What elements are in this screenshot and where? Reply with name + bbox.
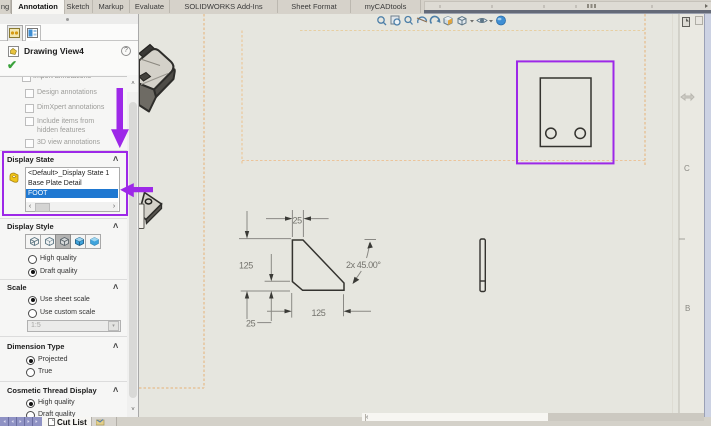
svg-text:C: C [684, 164, 690, 173]
svg-text:2x 45.00°: 2x 45.00° [346, 260, 381, 270]
svg-text:125: 125 [312, 308, 326, 318]
svg-text:B: B [685, 304, 690, 313]
svg-text:25: 25 [246, 319, 256, 329]
svg-text:125: 125 [239, 261, 253, 271]
svg-text:25: 25 [293, 216, 303, 226]
